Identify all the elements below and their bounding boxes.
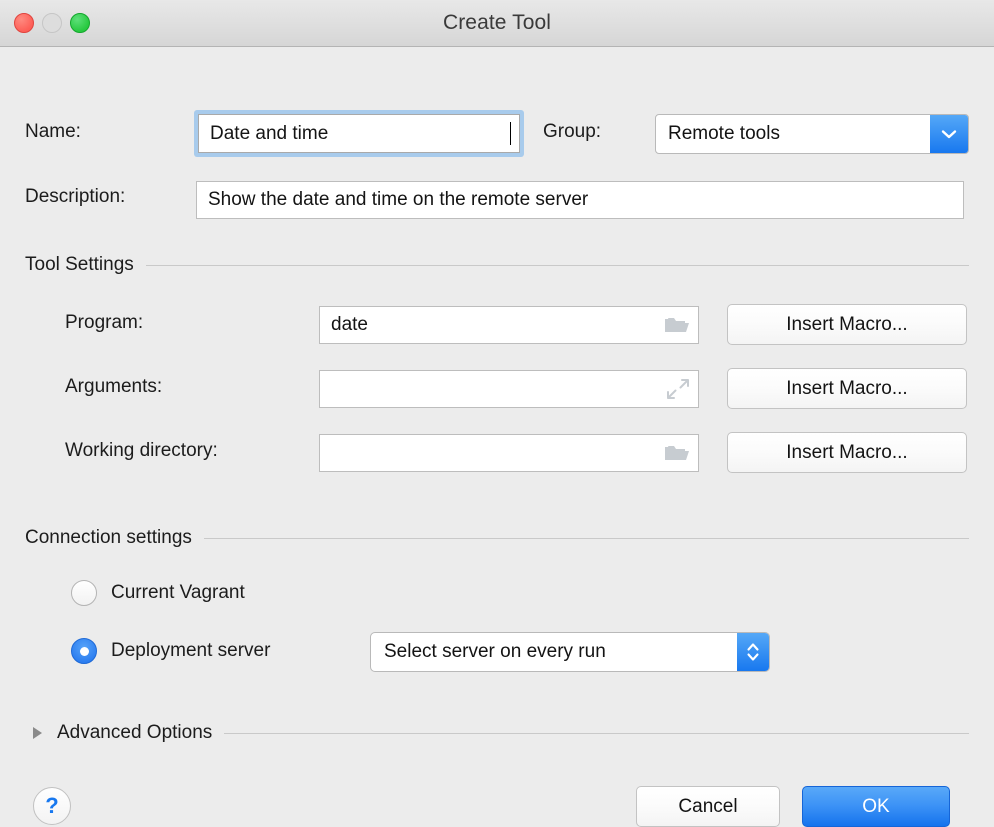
ok-button[interactable]: OK (802, 786, 950, 827)
radio-deployment-server-label: Deployment server (111, 640, 270, 662)
group-label: Group: (543, 121, 601, 143)
window-title: Create Tool (0, 11, 994, 35)
help-button[interactable]: ? (33, 787, 71, 825)
arguments-label: Arguments: (65, 376, 162, 398)
chevron-down-icon (940, 128, 958, 140)
dialog-body: Name: Date and time Group: Remote tools … (0, 47, 994, 802)
name-input-value: Date and time (210, 123, 509, 145)
radio-deployment-server-indicator[interactable] (71, 638, 97, 664)
folder-icon (664, 443, 690, 463)
connection-settings-section-header: Connection settings (25, 527, 969, 549)
description-input[interactable]: Show the date and time on the remote ser… (196, 181, 964, 219)
working-directory-insert-macro-button[interactable]: Insert Macro... (727, 432, 967, 473)
program-browse-button[interactable] (664, 315, 690, 335)
program-label: Program: (65, 312, 143, 334)
tool-settings-title: Tool Settings (25, 254, 134, 276)
server-select-value: Select server on every run (371, 633, 737, 671)
text-caret (510, 122, 512, 145)
expand-arrows-icon (666, 378, 690, 400)
server-select-button[interactable] (737, 633, 769, 671)
cancel-button[interactable]: Cancel (636, 786, 780, 827)
working-directory-label-row: Working directory: (65, 440, 218, 462)
working-directory-browse-button[interactable] (664, 443, 690, 463)
server-select-popup[interactable]: Select server on every run (370, 632, 770, 672)
arguments-input[interactable] (319, 370, 699, 408)
program-input-value: date (331, 314, 658, 336)
program-input[interactable]: date (319, 306, 699, 344)
connection-settings-title: Connection settings (25, 527, 192, 549)
disclosure-triangle-icon[interactable] (33, 727, 42, 739)
group-label-row: Group: (543, 121, 601, 143)
title-bar: Create Tool (0, 0, 994, 47)
arguments-expand-button[interactable] (666, 378, 690, 400)
description-label: Description: (25, 186, 125, 208)
radio-current-vagrant-indicator[interactable] (71, 580, 97, 606)
connection-settings-separator (204, 538, 969, 539)
description-label-row: Description: (25, 186, 125, 208)
zoom-button[interactable] (70, 13, 90, 33)
program-insert-macro-button[interactable]: Insert Macro... (727, 304, 967, 345)
name-field-focus-ring: Date and time (194, 110, 524, 157)
name-label-row: Name: (25, 121, 81, 143)
group-combobox[interactable]: Remote tools (655, 114, 969, 154)
name-label: Name: (25, 121, 81, 143)
tool-settings-separator (146, 265, 969, 266)
arguments-insert-macro-button[interactable]: Insert Macro... (727, 368, 967, 409)
chevron-up-down-icon (745, 639, 761, 665)
radio-current-vagrant[interactable]: Current Vagrant (71, 580, 245, 606)
folder-icon (664, 315, 690, 335)
tool-settings-section-header: Tool Settings (25, 254, 969, 276)
name-input[interactable]: Date and time (198, 114, 520, 153)
description-input-value: Show the date and time on the remote ser… (208, 189, 955, 211)
close-button[interactable] (14, 13, 34, 33)
advanced-options-label: Advanced Options (57, 722, 212, 744)
working-directory-label: Working directory: (65, 440, 218, 462)
advanced-options-separator (224, 733, 969, 734)
working-directory-input[interactable] (319, 434, 699, 472)
arguments-label-row: Arguments: (65, 376, 162, 398)
window-controls (14, 0, 90, 46)
advanced-options-row[interactable]: Advanced Options (33, 722, 969, 744)
program-label-row: Program: (65, 312, 143, 334)
radio-current-vagrant-label: Current Vagrant (111, 582, 245, 604)
minimize-button[interactable] (42, 13, 62, 33)
group-combobox-value: Remote tools (656, 115, 930, 153)
radio-selected-dot (80, 647, 89, 656)
radio-deployment-server[interactable]: Deployment server (71, 638, 270, 664)
group-combobox-button[interactable] (930, 115, 968, 153)
create-tool-dialog: Create Tool Name: Date and time Group: R… (0, 0, 994, 802)
